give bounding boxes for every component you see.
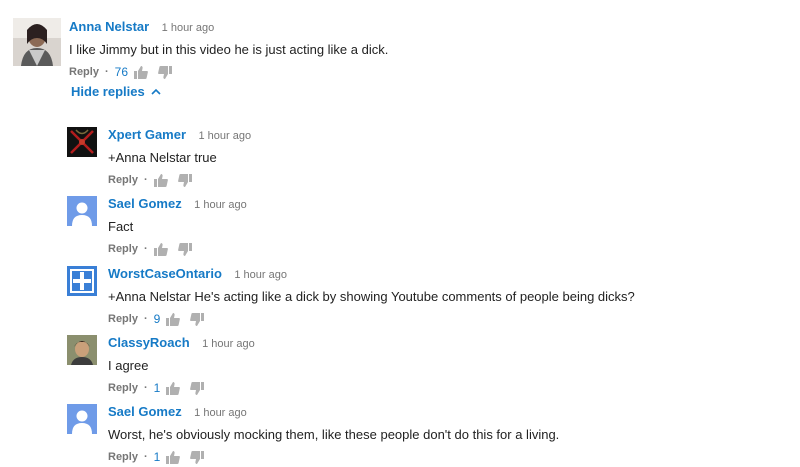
like-count: 9 bbox=[153, 312, 161, 326]
thumbs-up-icon[interactable] bbox=[166, 312, 181, 326]
thumbs-up-icon[interactable] bbox=[134, 65, 148, 79]
thumbs-up-icon[interactable] bbox=[153, 242, 168, 256]
reply-button[interactable]: Reply bbox=[108, 313, 138, 325]
separator-dot: · bbox=[143, 243, 148, 255]
thumbs-down-icon[interactable] bbox=[177, 173, 192, 187]
comment-text: Worst, he's obviously mocking them, like… bbox=[108, 427, 560, 442]
comment-body: Anna Nelstar 1 hour ago I like Jimmy but… bbox=[69, 18, 388, 79]
reply-button[interactable]: Reply bbox=[108, 174, 138, 186]
user-photo-icon bbox=[13, 18, 61, 66]
timestamp[interactable]: 1 hour ago bbox=[234, 269, 287, 281]
author-link[interactable]: Anna Nelstar bbox=[69, 19, 149, 34]
reply-button[interactable]: Reply bbox=[108, 243, 138, 255]
user-photo-icon bbox=[67, 335, 97, 365]
avatar[interactable] bbox=[67, 404, 97, 434]
thumbs-down-icon[interactable] bbox=[190, 312, 205, 326]
author-link[interactable]: ClassyRoach bbox=[108, 335, 190, 350]
reply-button[interactable]: Reply bbox=[69, 66, 99, 78]
default-user-icon bbox=[67, 404, 97, 434]
thumbs-down-icon[interactable] bbox=[177, 242, 192, 256]
avatar[interactable] bbox=[67, 127, 97, 157]
like-count: 76 bbox=[114, 65, 128, 79]
separator-dot: · bbox=[143, 382, 148, 394]
timestamp[interactable]: 1 hour ago bbox=[194, 199, 247, 211]
comment-body: WorstCaseOntario 1 hour ago +Anna Nelsta… bbox=[108, 265, 635, 326]
blue-cross-avatar-icon bbox=[67, 266, 97, 296]
thumbs-down-icon[interactable] bbox=[190, 450, 205, 464]
comment-actions: Reply · 1 bbox=[108, 381, 255, 395]
timestamp[interactable]: 1 hour ago bbox=[202, 338, 255, 350]
thumbs-down-icon[interactable] bbox=[190, 381, 205, 395]
comment-text: I agree bbox=[108, 358, 149, 373]
comment-body: ClassyRoach 1 hour ago I agree Reply · 1 bbox=[108, 334, 255, 395]
comment-actions: Reply · 76 bbox=[69, 65, 388, 79]
avatar[interactable] bbox=[67, 266, 97, 296]
hide-replies-label: Hide replies bbox=[71, 84, 145, 99]
thumbs-up-icon[interactable] bbox=[166, 450, 181, 464]
reply-button[interactable]: Reply bbox=[108, 382, 138, 394]
comment-actions: Reply · 1 bbox=[108, 450, 559, 464]
separator-dot: · bbox=[104, 66, 109, 78]
thumbs-up-icon[interactable] bbox=[166, 381, 181, 395]
timestamp[interactable]: 1 hour ago bbox=[199, 130, 252, 142]
avatar[interactable] bbox=[13, 18, 61, 66]
like-count: 1 bbox=[153, 381, 161, 395]
comment-actions: Reply · 9 bbox=[108, 312, 635, 326]
separator-dot: · bbox=[143, 313, 148, 325]
default-user-icon bbox=[67, 196, 97, 226]
author-link[interactable]: Xpert Gamer bbox=[108, 127, 186, 142]
reply-button[interactable]: Reply bbox=[108, 451, 138, 463]
avatar[interactable] bbox=[67, 196, 97, 226]
comment-body: Xpert Gamer 1 hour ago +Anna Nelstar tru… bbox=[108, 126, 251, 187]
thumbs-down-icon[interactable] bbox=[158, 65, 172, 79]
timestamp[interactable]: 1 hour ago bbox=[194, 407, 247, 419]
comment-actions: Reply · bbox=[108, 173, 251, 187]
comment-text: I like Jimmy but in this video he is jus… bbox=[69, 42, 389, 57]
author-link[interactable]: WorstCaseOntario bbox=[108, 266, 222, 281]
hide-replies-button[interactable]: Hide replies bbox=[71, 84, 161, 99]
comment-actions: Reply · bbox=[108, 242, 247, 256]
comment-text: Fact bbox=[108, 219, 134, 234]
timestamp[interactable]: 1 hour ago bbox=[162, 22, 215, 34]
comment-text: +Anna Nelstar true bbox=[108, 150, 217, 165]
comment-text: +Anna Nelstar He's acting like a dick by… bbox=[108, 289, 635, 304]
separator-dot: · bbox=[143, 451, 148, 463]
separator-dot: · bbox=[143, 174, 148, 186]
author-link[interactable]: Sael Gomez bbox=[108, 196, 182, 211]
chevron-up-icon bbox=[151, 88, 161, 95]
author-link[interactable]: Sael Gomez bbox=[108, 404, 182, 419]
like-count: 1 bbox=[153, 450, 161, 464]
avatar[interactable] bbox=[67, 335, 97, 365]
comment-body: Sael Gomez 1 hour ago Fact Reply · bbox=[108, 195, 247, 256]
thumbs-up-icon[interactable] bbox=[153, 173, 168, 187]
comment-body: Sael Gomez 1 hour ago Worst, he's obviou… bbox=[108, 403, 559, 464]
gamer-logo-icon bbox=[67, 127, 97, 157]
